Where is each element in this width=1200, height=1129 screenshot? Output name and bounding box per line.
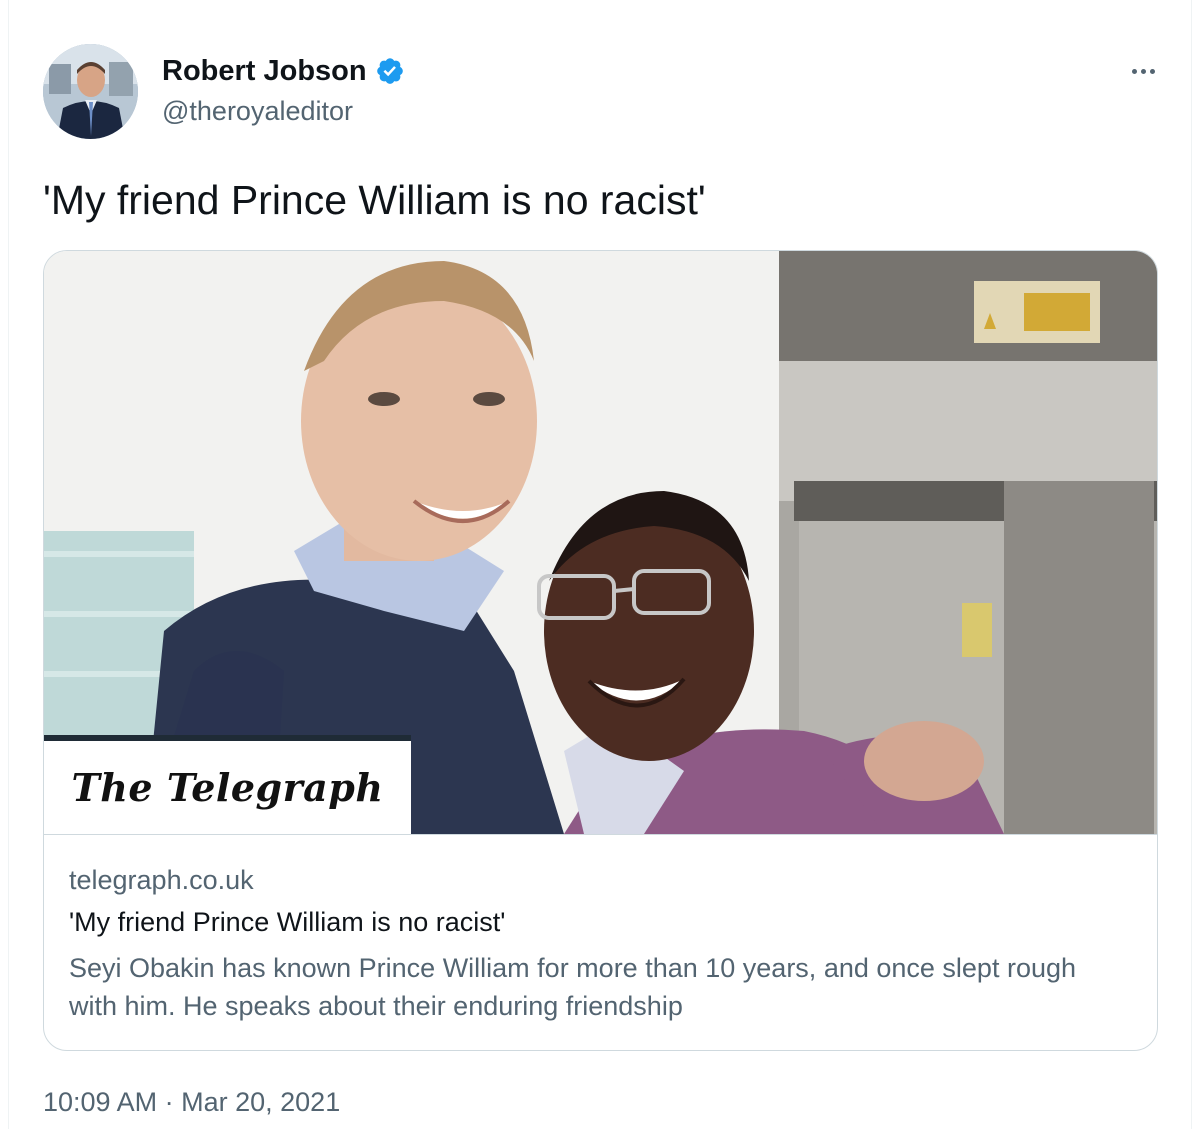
tweet-time[interactable]: 10:09 AM bbox=[43, 1087, 157, 1117]
link-card-domain: telegraph.co.uk bbox=[69, 865, 254, 895]
more-dot bbox=[1149, 68, 1155, 74]
author-name[interactable]: Robert Jobson bbox=[162, 53, 367, 89]
telegraph-logo-text: The Telegraph bbox=[71, 765, 384, 810]
author-avatar[interactable] bbox=[43, 44, 138, 139]
link-card-image[interactable]: The Telegraph bbox=[44, 251, 1157, 834]
more-dot bbox=[1131, 68, 1137, 74]
tweet-timestamp[interactable]: 10:09 AM · Mar 20, 2021 bbox=[43, 1084, 340, 1120]
link-card[interactable]: The Telegraph telegraph.co.uk 'My friend… bbox=[43, 250, 1158, 1051]
more-dot bbox=[1140, 68, 1146, 74]
avatar-image bbox=[43, 44, 138, 139]
telegraph-logo: The Telegraph bbox=[44, 735, 411, 834]
timestamp-separator: · bbox=[164, 1087, 174, 1117]
link-card-description: Seyi Obakin has known Prince William for… bbox=[69, 953, 1077, 1021]
author-handle[interactable]: @theroyaleditor bbox=[162, 94, 353, 128]
link-card-body[interactable]: telegraph.co.uk 'My friend Prince Willia… bbox=[44, 834, 1157, 1050]
author-name-row[interactable]: Robert Jobson bbox=[162, 53, 405, 89]
tweet-text: 'My friend Prince William is no racist' bbox=[43, 177, 706, 223]
verified-badge-icon bbox=[376, 58, 403, 84]
more-options-icon[interactable] bbox=[1123, 56, 1163, 86]
tweet-container: Robert Jobson @theroyaleditor 'My friend… bbox=[8, 0, 1192, 1129]
link-card-title[interactable]: 'My friend Prince William is no racist' bbox=[69, 905, 505, 939]
tweet-date[interactable]: Mar 20, 2021 bbox=[181, 1087, 340, 1117]
